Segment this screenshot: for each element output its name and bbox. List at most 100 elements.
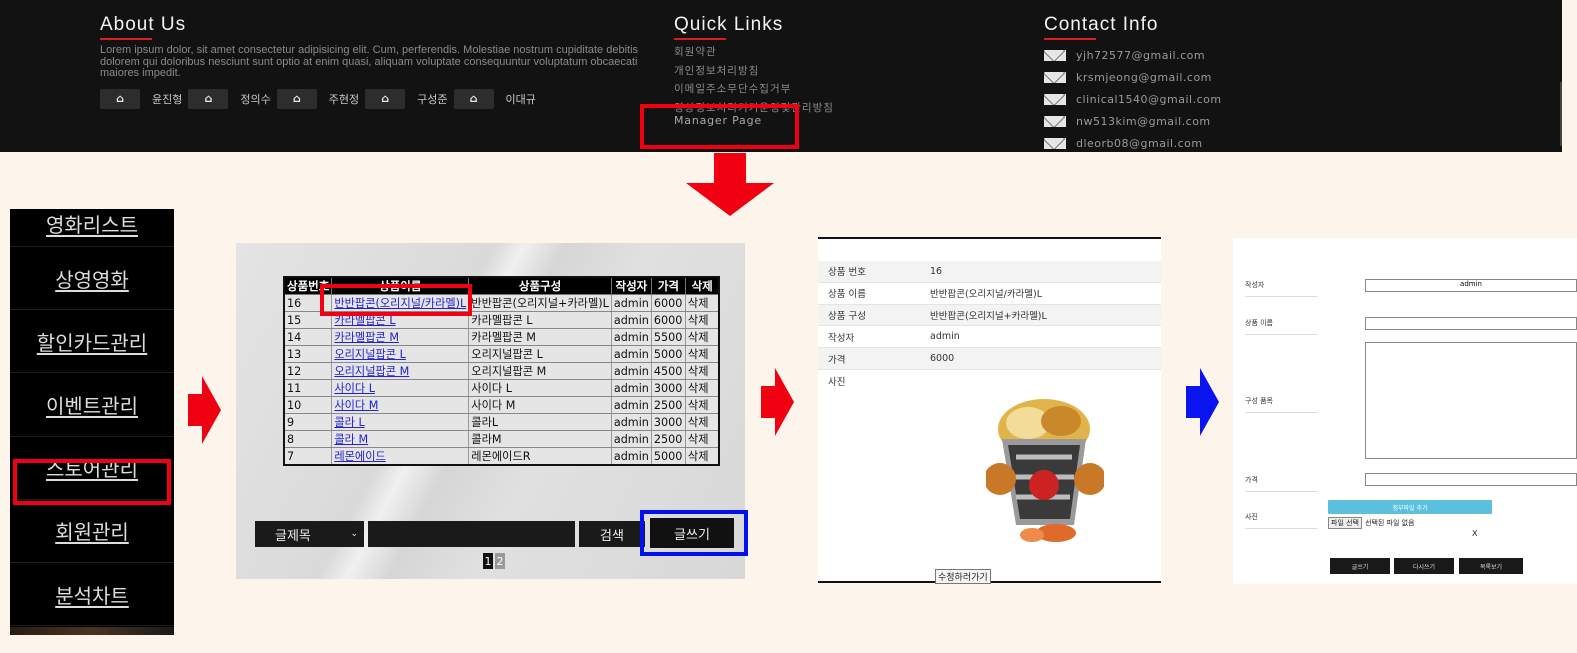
form-label: 작성자 [1245, 280, 1317, 297]
product-link[interactable]: 오리지널팝콘 M [334, 365, 409, 378]
quick-link[interactable]: 개인정보처리방침 [674, 62, 974, 81]
cell-name[interactable]: 레몬에이드 [331, 447, 470, 466]
product-link[interactable]: 콜라 M [334, 433, 368, 446]
detail-label: 상품 이름 [828, 289, 866, 301]
search-button[interactable]: 검색 [579, 521, 645, 547]
delete-cell[interactable]: 삭제 [685, 430, 720, 448]
price-field[interactable] [1365, 473, 1577, 486]
member-name[interactable]: 윤진형 [152, 91, 182, 107]
sidebar-item-now-showing[interactable]: 상영영화 [10, 247, 174, 311]
cell-writer: admin [611, 413, 652, 431]
mail-icon [1044, 137, 1066, 149]
delete-cell[interactable]: 삭제 [685, 379, 720, 397]
file-picker[interactable]: 파일 선택 선택된 파일 없음 [1328, 517, 1415, 529]
product-link[interactable]: 콜라 L [334, 416, 364, 429]
cell-composition: 오리지널팝콘 M [468, 362, 612, 380]
delete-cell[interactable]: 삭제 [685, 396, 720, 414]
sidebar-item-discount-card[interactable]: 할인카드관리 [10, 310, 174, 374]
delete-cell[interactable]: 삭제 [685, 362, 720, 380]
table-row: 11 사이다 L 사이다 Ladmin 3000 삭제 [284, 379, 720, 397]
sidebar-item-event[interactable]: 이벤트관리 [10, 373, 174, 437]
delete-cell[interactable]: 삭제 [685, 311, 720, 329]
member-links: ⌂ 윤진형 ⌂ 정의수 ⌂ 주현정 ⌂ 구성준 ⌂ 이대규 [100, 88, 650, 109]
cell-name[interactable]: 사이다 L [331, 379, 470, 397]
contact-email[interactable]: nw513kim@gmail.com [1044, 110, 1304, 132]
attach-file-button[interactable]: 첨부파일 추가 [1328, 500, 1492, 514]
cell-writer: admin [611, 379, 652, 397]
reset-button[interactable]: 다시쓰기 [1394, 558, 1454, 574]
form-label: 상품 이름 [1245, 318, 1317, 335]
product-detail-panel: 상품 번호 16 상품 이름 반반팝콘(오리지널/카라멜)L 상품 구성 반반팝콘(오… [818, 237, 1161, 584]
page-1[interactable]: 1 [483, 553, 493, 569]
sidebar-item-movie-list[interactable]: 영화리스트 [10, 209, 174, 247]
github-icon[interactable]: ⌂ [365, 88, 406, 109]
cell-price: 4500 [651, 362, 686, 380]
cell-name[interactable]: 콜라 M [331, 430, 470, 448]
member-name[interactable]: 정의수 [240, 91, 270, 107]
delete-cell[interactable]: 삭제 [685, 345, 720, 363]
member-name[interactable]: 구성준 [417, 91, 447, 107]
cell-id: 7 [284, 447, 333, 466]
product-link[interactable]: 레몬에이드 [334, 450, 385, 463]
search-input[interactable] [368, 521, 575, 547]
detail-label: 상품 번호 [828, 267, 866, 279]
product-name-field[interactable] [1365, 317, 1577, 330]
title-underline [1044, 38, 1096, 40]
product-link[interactable]: 오리지널팝콘 L [334, 348, 406, 361]
github-icon[interactable]: ⌂ [453, 88, 494, 109]
delete-cell[interactable]: 삭제 [685, 294, 720, 312]
detail-value: 16 [930, 265, 943, 277]
cell-composition: 사이다 L [468, 379, 612, 397]
file-select-button[interactable]: 파일 선택 [1328, 517, 1362, 529]
cell-price: 3000 [651, 413, 686, 431]
product-link[interactable]: 카라멜팝콘 M [334, 331, 399, 344]
delete-cell[interactable]: 삭제 [685, 413, 720, 431]
cell-price: 6000 [651, 311, 686, 329]
cell-writer: admin [611, 311, 652, 329]
page-2[interactable]: 2 [495, 553, 505, 569]
member-name[interactable]: 이대규 [506, 91, 536, 107]
about-section: About Us Lorem ipsum dolor, sit amet con… [100, 14, 650, 109]
product-highlight [320, 284, 472, 316]
github-icon[interactable]: ⌂ [276, 88, 317, 109]
github-icon[interactable]: ⌂ [100, 88, 140, 109]
delete-cell[interactable]: 삭제 [685, 447, 720, 466]
edit-button[interactable]: 수정하러가기 [935, 569, 991, 584]
table-row: 12 오리지널팝콘 M 오리지널팝콘 Madmin 4500 삭제 [284, 362, 720, 380]
sidebar-item-members[interactable]: 회원관리 [10, 500, 174, 563]
cell-price: 6000 [651, 294, 686, 312]
contact-section: Contact Info yjh72577@gmail.com krsmjeon… [1044, 14, 1304, 154]
cell-composition: 콜라L [468, 413, 612, 431]
quick-link[interactable]: 회원약관 [674, 43, 974, 62]
detail-value: 6000 [930, 353, 955, 365]
cell-name[interactable]: 카라멜팝콘 M [331, 328, 470, 346]
contact-email[interactable]: krsmjeong@gmail.com [1044, 66, 1304, 88]
cell-name[interactable]: 사이다 M [331, 396, 470, 414]
remove-file-icon[interactable]: X [1472, 529, 1477, 538]
cell-price: 5000 [651, 345, 686, 363]
github-icon[interactable]: ⌂ [188, 88, 229, 109]
contact-email[interactable]: dleorb08@gmail.com [1044, 132, 1304, 154]
submit-button[interactable]: 글쓰기 [1330, 558, 1390, 574]
delete-cell[interactable]: 삭제 [685, 328, 720, 346]
writer-field[interactable]: admin [1365, 279, 1577, 292]
col-header: 삭제 [684, 276, 720, 295]
cell-name[interactable]: 오리지널팝콘 M [331, 362, 470, 380]
contact-email[interactable]: yjh72577@gmail.com [1044, 44, 1304, 66]
list-button[interactable]: 목록보기 [1459, 558, 1523, 574]
cell-name[interactable]: 오리지널팝콘 L [331, 345, 470, 363]
right-arrow-icon [188, 376, 221, 444]
product-link[interactable]: 사이다 M [334, 399, 378, 412]
member-name[interactable]: 주현정 [329, 91, 359, 107]
product-link[interactable]: 사이다 L [334, 382, 375, 395]
quick-link[interactable]: 이메일주소무단수집거부 [674, 80, 974, 99]
scrollbar[interactable] [1560, 82, 1562, 146]
sidebar-item-analytics[interactable]: 분석차트 [10, 563, 174, 627]
table-row: 13 오리지널팝콘 L 오리지널팝콘 Ladmin 5000 삭제 [284, 345, 720, 363]
contact-email[interactable]: clinical1540@gmail.com [1044, 88, 1304, 110]
table-row: 8 콜라 M 콜라M admin 2500 삭제 [284, 430, 720, 448]
cell-name[interactable]: 콜라 L [331, 413, 470, 431]
composition-textarea[interactable] [1365, 342, 1577, 459]
search-field-select[interactable]: 글제목 ⌄ [255, 521, 364, 547]
email-text: clinical1540@gmail.com [1076, 92, 1222, 106]
